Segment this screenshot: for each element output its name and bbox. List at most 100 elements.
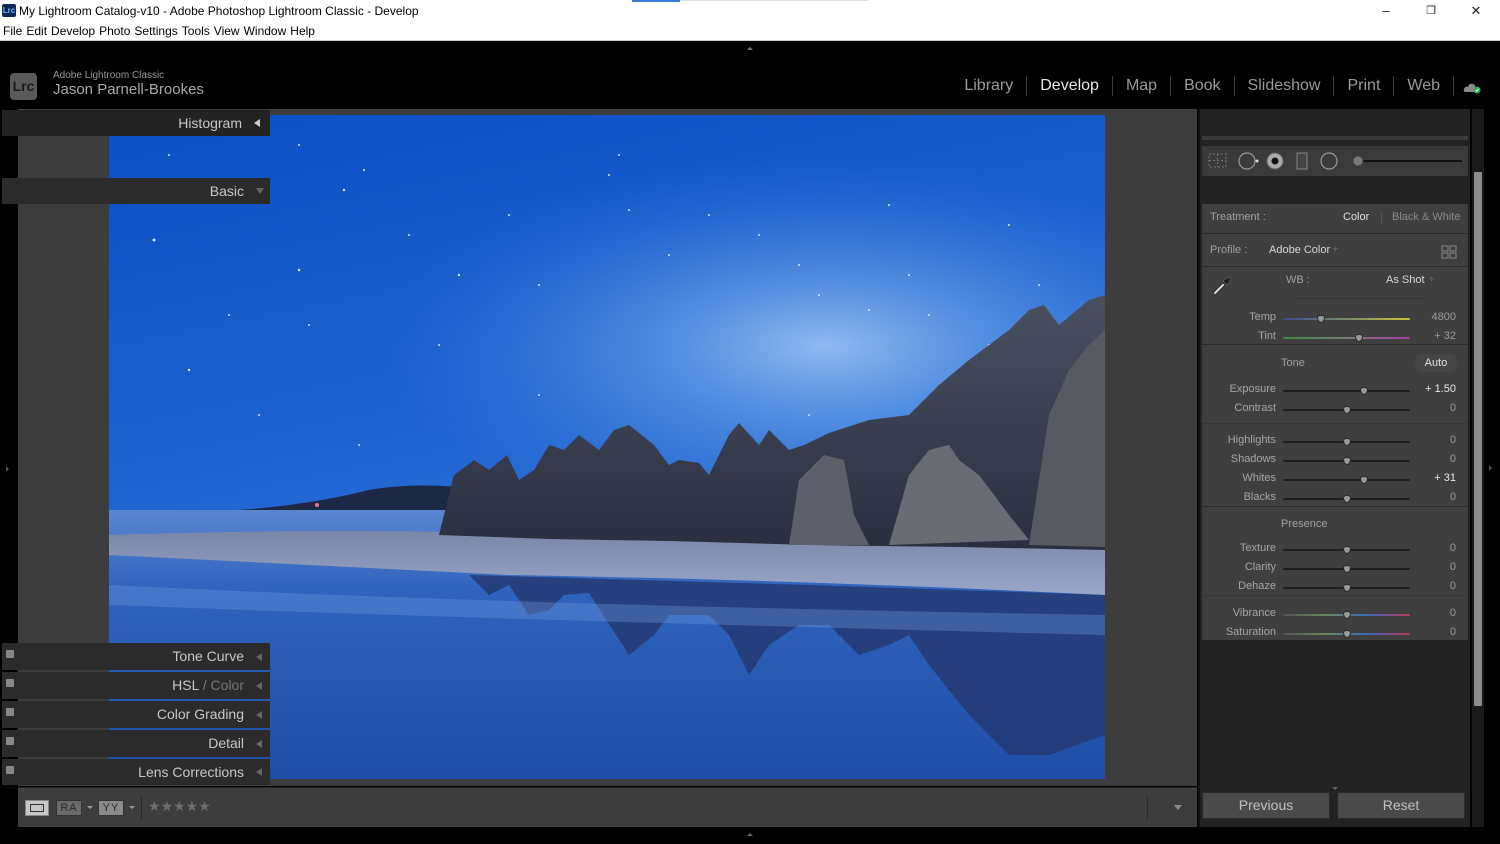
before-after-button[interactable]: RA — [56, 800, 82, 816]
vibrance-value[interactable]: 0 — [1450, 607, 1456, 619]
detail-expand-icon[interactable] — [256, 739, 262, 748]
highlights-slider-thumb[interactable] — [1342, 438, 1351, 446]
dehaze-slider-thumb[interactable] — [1342, 584, 1351, 592]
red-eye-icon[interactable] — [1266, 152, 1284, 170]
vibrance-slider-thumb[interactable] — [1342, 611, 1351, 619]
contrast-slider-thumb[interactable] — [1342, 406, 1351, 414]
cloud-sync-icon[interactable] — [1463, 80, 1481, 94]
whites-value[interactable]: + 31 — [1434, 472, 1456, 484]
temp-value[interactable]: 4800 — [1432, 311, 1456, 323]
shadows-value[interactable]: 0 — [1450, 453, 1456, 465]
histogram-collapse-icon[interactable] — [254, 119, 260, 127]
clarity-value[interactable]: 0 — [1450, 561, 1456, 573]
module-book[interactable]: Book — [1171, 76, 1235, 96]
filmstrip-toggle-icon[interactable] — [747, 833, 753, 836]
dehaze-slider[interactable] — [1283, 584, 1410, 592]
menu-tools[interactable]: Tools — [182, 22, 210, 41]
saturation-slider[interactable] — [1283, 630, 1410, 638]
menu-edit[interactable]: Edit — [26, 22, 47, 41]
menu-view[interactable]: View — [214, 22, 240, 41]
left-panel-toggle-icon[interactable] — [6, 466, 9, 472]
wb-stepper-icon[interactable]: ÷ — [1429, 274, 1434, 284]
lens-corrections-header[interactable]: Lens Corrections — [2, 759, 270, 785]
hsl-title[interactable]: HSL — [172, 677, 199, 693]
blacks-value[interactable]: 0 — [1450, 491, 1456, 503]
toolbar-options-dropdown-icon[interactable] — [1174, 805, 1182, 810]
module-library[interactable]: Library — [951, 76, 1028, 96]
texture-slider-thumb[interactable] — [1342, 546, 1351, 554]
minimize-button[interactable]: – — [1371, 2, 1401, 20]
menu-file[interactable]: File — [3, 22, 22, 41]
exposure-slider[interactable] — [1283, 387, 1410, 395]
tone-curve-toggle[interactable] — [6, 650, 14, 658]
close-button[interactable]: ✕ — [1461, 2, 1491, 20]
module-slideshow[interactable]: Slideshow — [1235, 76, 1335, 96]
wb-dropdown[interactable]: As Shot — [1386, 274, 1425, 286]
exposure-value[interactable]: + 1.50 — [1425, 383, 1456, 395]
highlights-value[interactable]: 0 — [1450, 434, 1456, 446]
tint-slider[interactable] — [1283, 334, 1410, 342]
adjustment-brush-slider[interactable] — [1352, 155, 1462, 167]
restore-button[interactable]: ❐ — [1416, 2, 1446, 20]
color-grading-header[interactable]: Color Grading — [2, 701, 270, 728]
contrast-slider[interactable] — [1283, 406, 1410, 414]
clarity-slider-thumb[interactable] — [1342, 565, 1351, 573]
hsl-color-header[interactable]: HSL / Color — [2, 672, 270, 699]
lens-corrections-toggle[interactable] — [6, 766, 14, 774]
dehaze-value[interactable]: 0 — [1450, 580, 1456, 592]
module-develop[interactable]: Develop — [1027, 76, 1113, 96]
shadows-slider-thumb[interactable] — [1342, 457, 1351, 465]
module-web[interactable]: Web — [1394, 76, 1454, 96]
texture-slider[interactable] — [1283, 546, 1410, 554]
whites-slider[interactable] — [1283, 476, 1410, 484]
tone-curve-header[interactable]: Tone Curve — [2, 643, 270, 670]
color-grading-toggle[interactable] — [6, 708, 14, 716]
treatment-color-option[interactable]: Color — [1343, 211, 1369, 223]
color-title[interactable]: / Color — [199, 677, 244, 693]
detail-header[interactable]: Detail — [2, 730, 270, 757]
menu-help[interactable]: Help — [290, 22, 315, 41]
highlights-slider[interactable] — [1283, 438, 1410, 446]
blacks-slider-thumb[interactable] — [1342, 495, 1351, 503]
basic-header[interactable]: Basic — [2, 178, 270, 204]
vibrance-slider[interactable] — [1283, 611, 1410, 619]
menu-photo[interactable]: Photo — [99, 22, 130, 41]
whites-slider-thumb[interactable] — [1360, 476, 1369, 484]
reset-button[interactable]: Reset — [1337, 792, 1465, 819]
detail-toggle[interactable] — [6, 737, 14, 745]
histogram-header[interactable]: Histogram — [2, 110, 270, 136]
basic-expand-icon[interactable] — [256, 188, 264, 194]
temp-slider[interactable] — [1283, 315, 1410, 323]
profile-stepper-icon[interactable]: ÷ — [1333, 244, 1338, 254]
tone-curve-expand-icon[interactable] — [256, 652, 262, 661]
menu-develop[interactable]: Develop — [51, 22, 95, 41]
profile-dropdown[interactable]: Adobe Color — [1269, 244, 1330, 256]
swap-settings-button[interactable]: YY — [98, 800, 124, 816]
module-print[interactable]: Print — [1334, 76, 1395, 96]
graduated-filter-icon[interactable] — [1296, 152, 1308, 170]
previous-button[interactable]: Previous — [1202, 792, 1330, 819]
temp-slider-thumb[interactable] — [1317, 315, 1326, 323]
profile-browser-icon[interactable] — [1441, 245, 1457, 259]
hsl-expand-icon[interactable] — [256, 681, 262, 690]
texture-value[interactable]: 0 — [1450, 542, 1456, 554]
before-after-dropdown-icon[interactable] — [87, 806, 93, 809]
right-panel-toggle-icon[interactable] — [1489, 465, 1492, 471]
tint-slider-thumb[interactable] — [1355, 334, 1364, 342]
radial-filter-icon[interactable] — [1320, 152, 1338, 170]
color-grading-expand-icon[interactable] — [256, 710, 262, 719]
hsl-toggle[interactable] — [6, 679, 14, 687]
spot-removal-icon[interactable] — [1238, 152, 1259, 170]
menu-settings[interactable]: Settings — [134, 22, 177, 41]
tint-value[interactable]: + 32 — [1434, 330, 1456, 342]
lens-corrections-expand-icon[interactable] — [256, 768, 262, 776]
saturation-value[interactable]: 0 — [1450, 626, 1456, 638]
exposure-slider-thumb[interactable] — [1360, 387, 1369, 395]
saturation-slider-thumb[interactable] — [1342, 630, 1351, 638]
clarity-slider[interactable] — [1283, 565, 1410, 573]
swap-dropdown-icon[interactable] — [129, 806, 135, 809]
menu-window[interactable]: Window — [244, 22, 287, 41]
blacks-slider[interactable] — [1283, 495, 1410, 503]
loupe-view-button[interactable] — [25, 800, 49, 816]
crop-overlay-icon[interactable] — [1208, 153, 1227, 168]
